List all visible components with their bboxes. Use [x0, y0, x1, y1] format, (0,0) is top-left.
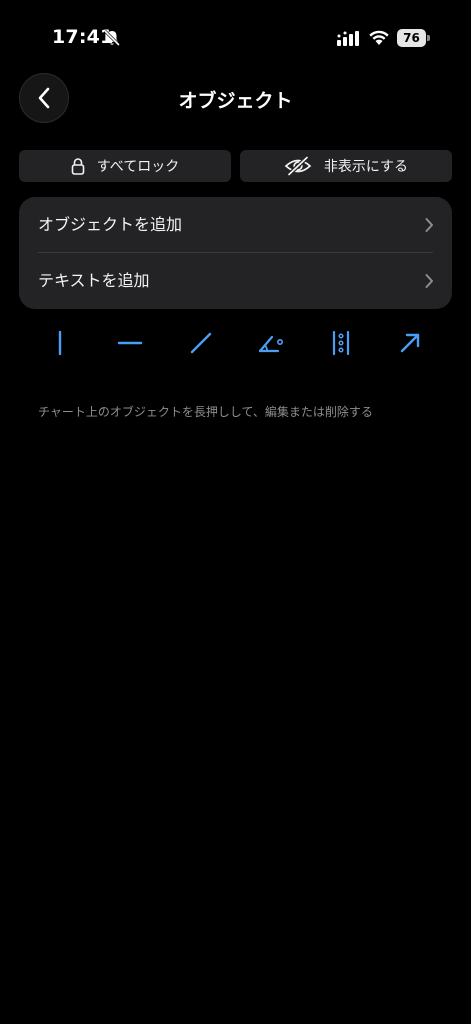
horizontal-line-icon: [117, 341, 143, 345]
status-bar: 17:41 76: [0, 0, 471, 70]
trend-line-tool[interactable]: [186, 330, 216, 356]
add-menu: オブジェクトを追加 テキストを追加: [19, 197, 452, 309]
hide-label: 非表示にする: [323, 159, 409, 175]
add-text-row[interactable]: テキストを追加: [19, 253, 452, 309]
fibonacci-levels-icon: [332, 330, 350, 356]
bell-slash-icon: [103, 29, 121, 47]
add-object-row[interactable]: オブジェクトを追加: [19, 197, 452, 253]
fibonacci-levels-tool[interactable]: [326, 330, 356, 356]
wifi-icon: [369, 30, 389, 45]
add-object-label: オブジェクトを追加: [38, 215, 183, 234]
add-text-label: テキストを追加: [38, 271, 150, 290]
hint-text: チャート上のオブジェクトを長押しして、編集または削除する: [38, 405, 373, 419]
angle-line-tool[interactable]: [256, 330, 286, 356]
chevron-right-icon: [425, 218, 433, 232]
lock-icon: [71, 157, 85, 175]
horizontal-line-tool[interactable]: [115, 330, 145, 356]
arrow-icon: [400, 333, 420, 353]
signal-icon: [337, 31, 359, 46]
trend-line-icon: [190, 332, 212, 354]
lock-all-label: すべてロック: [96, 159, 180, 175]
battery-level: 76: [403, 31, 420, 45]
eye-slash-icon: [284, 156, 312, 176]
page-title: オブジェクト: [178, 90, 293, 112]
vertical-line-icon: [58, 330, 62, 356]
lock-all-button[interactable]: すべてロック: [19, 150, 231, 182]
vertical-line-tool[interactable]: [45, 330, 75, 356]
battery-icon: 76: [397, 29, 431, 47]
arrow-tool[interactable]: [395, 330, 425, 356]
chevron-right-icon: [425, 274, 433, 288]
angle-line-icon: [258, 335, 283, 353]
hide-button[interactable]: 非表示にする: [240, 150, 452, 182]
